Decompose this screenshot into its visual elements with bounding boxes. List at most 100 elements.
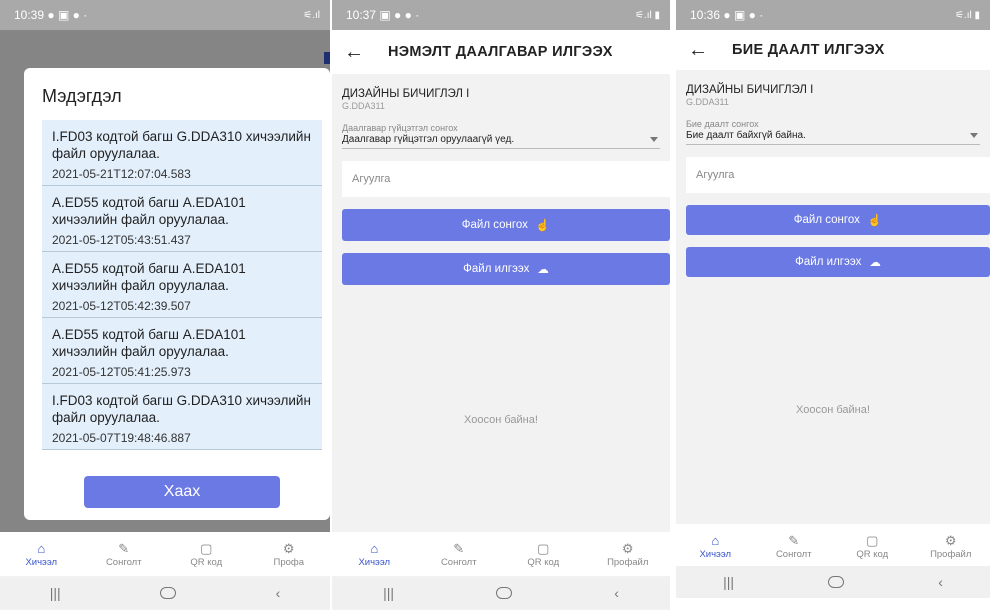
signal-icon: ⚟.ıl <box>303 9 320 21</box>
status-icons: ● ▣ ● · <box>723 8 764 22</box>
list-item[interactable]: A.ED55 кодтой багш A.EDA101 хичээлийн фа… <box>42 318 322 384</box>
gear-icon: ⚙ <box>944 532 957 548</box>
notification-time: 2021-05-12T05:42:39.507 <box>52 299 191 313</box>
qr-code-icon: ▢ <box>200 540 213 556</box>
notification-time: 2021-05-12T05:43:51.437 <box>52 233 191 247</box>
send-file-button[interactable]: Файл илгээх ☁ <box>686 247 990 277</box>
home-icon: ⌂ <box>711 532 720 548</box>
dropdown-arrow-icon <box>650 137 658 142</box>
status-bar: 10:36 ● ▣ ● · ⚟.ıl ▮ <box>676 0 990 30</box>
back-icon[interactable]: ‹ <box>938 574 943 590</box>
select-value: Даалгавар гүйцэтгэл оруулаагүй үед. <box>342 134 515 145</box>
pencil-icon: ✎ <box>118 540 130 556</box>
nav-item-lessons[interactable]: ⌂ Хичээл <box>339 541 409 568</box>
button-label: Файл сонгох <box>793 214 860 226</box>
nav-label: QR код <box>527 556 560 568</box>
signal-icon: ⚟.ıl ▮ <box>954 9 980 21</box>
phone-additional-assignment: 10:37 ▣ ● ● · ⚟.ıl ▮ ← НЭМЭЛТ ДААЛГАВАР … <box>332 0 670 610</box>
nav-item-profile[interactable]: ⚙ Профа <box>254 541 324 568</box>
status-time: 10:37 <box>346 8 377 22</box>
qr-code-icon: ▢ <box>866 532 879 548</box>
nav-item-qr[interactable]: ▢ QR код <box>508 541 578 568</box>
back-arrow-icon[interactable]: ← <box>688 39 732 62</box>
button-label: Файл сонгох <box>461 219 528 231</box>
back-icon[interactable]: ‹ <box>276 585 281 601</box>
status-time: 10:36 <box>690 8 721 22</box>
back-arrow-icon[interactable]: ← <box>344 41 388 64</box>
content-input[interactable]: Агуулга <box>342 161 670 197</box>
choose-file-button[interactable]: Файл сонгох ☝ <box>686 205 990 235</box>
back-icon[interactable]: ‹ <box>614 585 619 601</box>
notification-message: I.FD03 кодтой багш G.DDA310 хичээлийн фа… <box>52 393 311 425</box>
status-bar: 10:37 ▣ ● ● · ⚟.ıl ▮ <box>332 0 670 30</box>
independent-work-select[interactable]: Бие даалт сонгох Бие даалт байхгүй байна… <box>686 119 980 145</box>
home-button-icon[interactable] <box>160 587 177 599</box>
nav-label: Профайл <box>607 556 649 568</box>
modal-title: Мэдэгдэл <box>42 86 122 106</box>
qr-code-icon: ▢ <box>537 540 550 556</box>
nav-item-profile[interactable]: ⚙ Профайл <box>916 533 986 560</box>
notification-list[interactable]: I.FD03 кодтой багш G.DDA310 хичээлийн фа… <box>42 120 322 450</box>
phone-independent-work: 10:36 ● ▣ ● · ⚟.ıl ▮ ← БИЕ ДААЛТ ИЛГЭЭХ … <box>676 0 990 598</box>
choose-file-button[interactable]: Файл сонгох ☝ <box>342 209 670 241</box>
list-item[interactable]: I.FD03 кодтой багш G.DDA310 хичээлийн фа… <box>42 120 322 186</box>
gear-icon: ⚙ <box>282 540 295 556</box>
nav-item-choices[interactable]: ✎ Сонголт <box>89 541 159 568</box>
nav-label: Профайл <box>930 548 972 560</box>
content-input[interactable]: Агуулга <box>686 157 990 193</box>
status-icons: ● ▣ ● · <box>47 8 88 22</box>
assignment-select[interactable]: Даалгавар гүйцэтгэл сонгох Даалгавар гүй… <box>342 123 660 149</box>
nav-item-profile[interactable]: ⚙ Профайл <box>593 541 663 568</box>
system-navigation: ||| ‹ <box>0 577 330 609</box>
home-button-icon[interactable] <box>496 587 513 599</box>
hand-pointer-icon: ☝ <box>535 220 551 232</box>
nav-label: Хичээл <box>699 548 732 560</box>
bottom-navigation: ⌂ Хичээл ✎ Сонголт ▢ QR код ⚙ Профайл <box>332 532 670 576</box>
nav-item-lessons[interactable]: ⌂ Хичээл <box>6 541 76 568</box>
bottom-navigation: ⌂ Хичээл ✎ Сонголт ▢ QR код ⚙ Профайл <box>676 524 990 568</box>
list-item[interactable]: A.ED55 кодтой багш A.EDA101 хичээлийн фа… <box>42 186 322 252</box>
nav-label: QR код <box>190 556 223 568</box>
nav-item-choices[interactable]: ✎ Сонголт <box>424 541 494 568</box>
nav-item-choices[interactable]: ✎ Сонголт <box>759 533 829 560</box>
notification-time: 2021-05-12T05:41:25.973 <box>52 365 191 379</box>
nav-label: Хичээл <box>358 556 391 568</box>
gear-icon: ⚙ <box>621 540 634 556</box>
course-code: G.DDA311 <box>686 97 729 107</box>
button-label: Файл илгээх <box>795 256 862 268</box>
notification-time: 2021-05-21T12:07:04.583 <box>52 167 191 181</box>
course-name: ДИЗАЙНЫ БИЧИГЛЭЛ I <box>342 88 470 100</box>
nav-label: Сонголт <box>105 556 142 568</box>
recent-apps-icon[interactable]: ||| <box>50 585 61 601</box>
list-item[interactable]: A.ED55 кодтой багш A.EDA101 хичээлийн фа… <box>42 252 322 318</box>
notification-message: I.FD03 кодтой багш G.DDA310 хичээлийн фа… <box>52 129 311 161</box>
notification-modal: Мэдэгдэл I.FD03 кодтой багш G.DDA310 хич… <box>24 68 330 520</box>
send-file-button[interactable]: Файл илгээх ☁ <box>342 253 670 285</box>
nav-label: Хичээл <box>25 556 58 568</box>
home-button-icon[interactable] <box>828 576 845 588</box>
notification-time: 2021-05-07T19:48:46.887 <box>52 431 191 445</box>
phone-notifications: 10:39 ● ▣ ● · ⚟.ıl Мэдэгдэл I.FD03 кодто… <box>0 0 330 610</box>
list-item[interactable]: I.FD03 кодтой багш G.DDA310 хичээлийн фа… <box>42 384 322 450</box>
nav-label: Профа <box>273 556 305 568</box>
nav-item-qr[interactable]: ▢ QR код <box>837 533 907 560</box>
dropdown-arrow-icon <box>970 133 978 138</box>
empty-message: Хоосон байна! <box>464 414 538 426</box>
nav-label: Сонголт <box>440 556 477 568</box>
cloud-upload-icon: ☁ <box>537 264 549 276</box>
status-bar: 10:39 ● ▣ ● · ⚟.ıl <box>0 0 330 30</box>
home-icon: ⌂ <box>37 540 46 556</box>
notification-message: A.ED55 кодтой багш A.EDA101 хичээлийн фа… <box>52 327 246 359</box>
signal-icon: ⚟.ıl ▮ <box>634 9 660 21</box>
pencil-icon: ✎ <box>788 532 800 548</box>
course-name: ДИЗАЙНЫ БИЧИГЛЭЛ I <box>686 84 814 96</box>
recent-apps-icon[interactable]: ||| <box>383 585 394 601</box>
course-code: G.DDA311 <box>342 101 385 111</box>
system-navigation: ||| ‹ <box>676 566 990 598</box>
nav-item-lessons[interactable]: ⌂ Хичээл <box>680 533 750 560</box>
recent-apps-icon[interactable]: ||| <box>723 574 734 590</box>
close-button[interactable]: Хаах <box>84 476 280 508</box>
app-bar: ← БИЕ ДААЛТ ИЛГЭЭХ <box>676 30 990 70</box>
nav-item-qr[interactable]: ▢ QR код <box>171 541 241 568</box>
cloud-upload-icon: ☁ <box>869 257 881 269</box>
